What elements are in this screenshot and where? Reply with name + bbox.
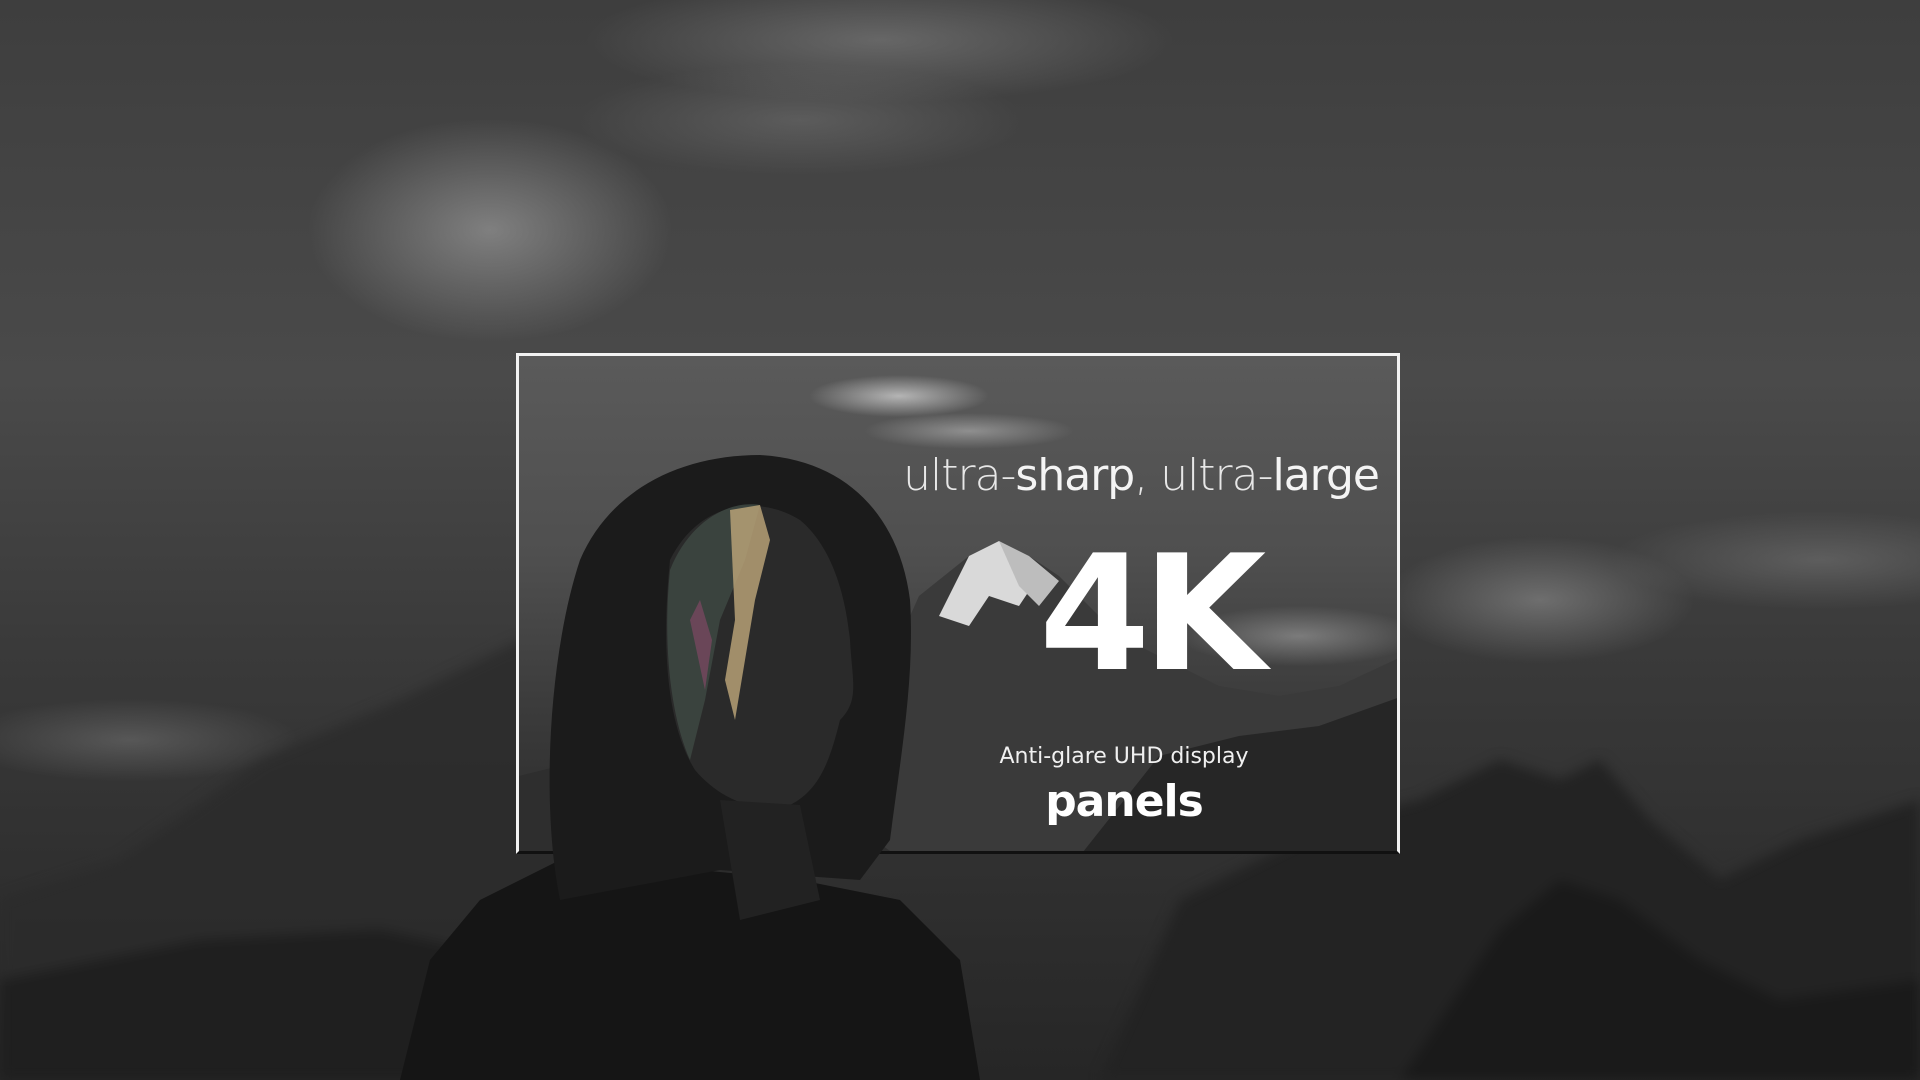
hero-banner: ultra-sharp, ultra-large 4K Anti-glare U… bbox=[0, 0, 1920, 1080]
tagline-part-3: , ultra- bbox=[1134, 450, 1273, 501]
headline-4k: 4K bbox=[1039, 520, 1266, 707]
product-label: panels bbox=[1045, 776, 1204, 827]
tagline-part-2: sharp bbox=[1015, 450, 1135, 501]
subline: Anti-glare UHD display bbox=[999, 744, 1249, 769]
tagline-part-4: large bbox=[1272, 450, 1380, 501]
hooded-figure-image bbox=[400, 455, 980, 1080]
